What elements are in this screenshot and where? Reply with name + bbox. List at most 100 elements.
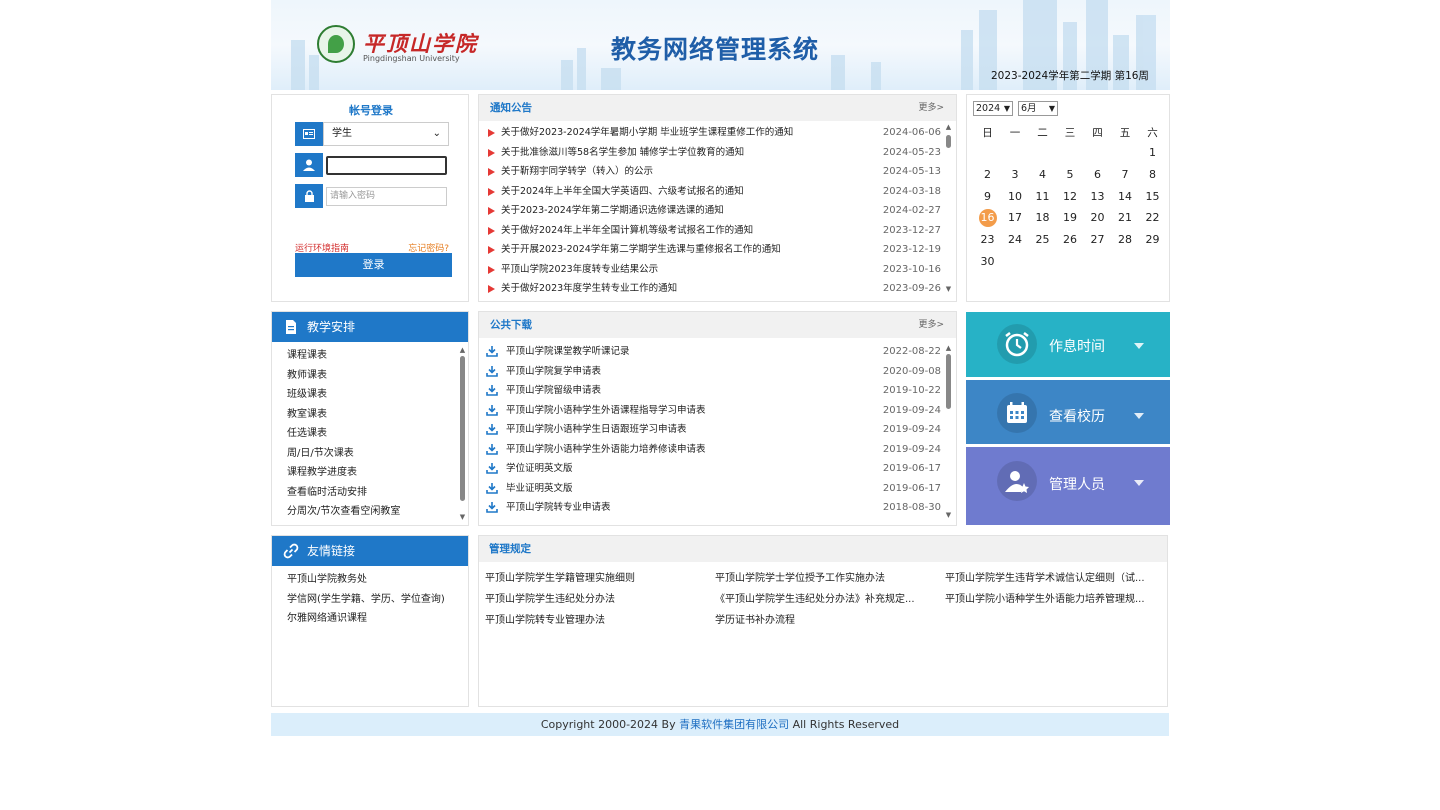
notice-item[interactable]: 关于做好2024年上半年全国计算机等级考试报名工作的通知 2023-12-27 [479, 221, 941, 241]
calendar-day[interactable]: 28 [1112, 231, 1139, 249]
calendar-day[interactable]: 13 [1084, 188, 1111, 206]
calendar-day[interactable]: 27 [1084, 231, 1111, 249]
calendar-day[interactable]: 2 [974, 166, 1001, 184]
calendar-day[interactable]: 30 [974, 253, 1001, 271]
rule-item[interactable]: 平顶山学院学生违背学术诚信认定细则（试... [945, 569, 1167, 589]
scroll-thumb[interactable] [946, 354, 951, 409]
notice-item-date: 2024-02-27 [882, 205, 941, 216]
notice-more-link[interactable]: 更多> [918, 95, 944, 121]
download-item[interactable]: 平顶山学院小语种学生日语跟班学习申请表 2019-09-24 [479, 420, 941, 440]
scroll-down-icon[interactable]: ▼ [945, 511, 952, 519]
menu-item[interactable]: 任选课表 [287, 424, 468, 444]
notice-item[interactable]: 关于2024年上半年全国大学英语四、六级考试报名的通知 2024-03-18 [479, 182, 941, 202]
download-item[interactable]: 平顶山学院复学申请表 2020-09-08 [479, 362, 941, 382]
notice-item[interactable]: 关于靳翔宇同学转学（转入）的公示 2024-05-13 [479, 162, 941, 182]
menu-item[interactable]: 查看临时活动安排 [287, 483, 468, 503]
rule-item[interactable]: 《平顶山学院学生违纪处分办法》补充规定... [715, 590, 937, 610]
calendar-day[interactable]: 16 [974, 209, 1001, 228]
link-item[interactable]: 学信网(学生学籍、学历、学位查询) [287, 590, 468, 610]
rule-item[interactable]: 平顶山学院转专业管理办法 [485, 611, 707, 631]
scroll-thumb[interactable] [946, 135, 951, 148]
username-input[interactable] [326, 156, 447, 175]
notice-scrollbar[interactable]: ▲ ▼ [945, 123, 952, 293]
calendar-day[interactable]: 15 [1139, 188, 1166, 206]
calendar-day[interactable]: 29 [1139, 231, 1166, 249]
calendar-day[interactable]: 19 [1057, 209, 1084, 227]
menu-item[interactable]: 周/日/节次课表 [287, 444, 468, 464]
menu-item[interactable]: 课程课表 [287, 346, 468, 366]
rule-item[interactable]: 平顶山学院学士学位授予工作实施办法 [715, 569, 937, 589]
calendar-day[interactable]: 11 [1029, 188, 1056, 206]
download-item-title: 平顶山学院小语种学生外语课程指导学习申请表 [506, 404, 706, 416]
calendar-day[interactable]: 18 [1029, 209, 1056, 227]
notice-item[interactable]: 平顶山学院2023年度转专业结果公示 2023-10-16 [479, 260, 941, 280]
calendar-day[interactable]: 9 [974, 188, 1001, 206]
scroll-down-icon[interactable]: ▼ [945, 285, 952, 293]
notice-item[interactable]: 关于2023-2024学年第二学期通识选修课选课的通知 2024-02-27 [479, 201, 941, 221]
calendar-day[interactable]: 21 [1112, 209, 1139, 227]
download-item[interactable]: 平顶山学院小语种学生外语能力培养修读申请表 2019-09-24 [479, 440, 941, 460]
download-item[interactable]: 平顶山学院小语种学生外语课程指导学习申请表 2019-09-24 [479, 401, 941, 421]
year-select[interactable]: 2024 ▼ [973, 101, 1013, 116]
calendar-day[interactable]: 8 [1139, 166, 1166, 184]
download-more-link[interactable]: 更多> [918, 312, 944, 338]
password-input[interactable]: 请输入密码 [326, 187, 447, 206]
calendar-day[interactable]: 10 [1002, 188, 1029, 206]
calendar-day[interactable]: 23 [974, 231, 1001, 249]
month-select[interactable]: 6月 ▼ [1018, 101, 1058, 116]
tile-schedule-time[interactable]: 作息时间 [966, 312, 1170, 377]
calendar-day[interactable]: 24 [1002, 231, 1029, 249]
notice-item-title: 关于2024年上半年全国大学英语四、六级考试报名的通知 [501, 185, 744, 197]
tile-school-calendar[interactable]: 查看校历 [966, 380, 1170, 444]
rule-item[interactable]: 平顶山学院学生学籍管理实施细则 [485, 569, 707, 589]
scroll-up-icon[interactable]: ▲ [945, 123, 952, 131]
teaching-scrollbar[interactable]: ▲ ▼ [459, 346, 466, 521]
notice-item-title: 关于开展2023-2024学年第二学期学生选课与重修报名工作的通知 [501, 244, 781, 255]
calendar-day[interactable]: 20 [1084, 209, 1111, 227]
calendar-day[interactable]: 22 [1139, 209, 1166, 227]
link-item[interactable]: 平顶山学院教务处 [287, 570, 468, 590]
footer-company-link[interactable]: 青果软件集团有限公司 [679, 718, 789, 731]
menu-item[interactable]: 班级课表 [287, 385, 468, 405]
calendar-day[interactable]: 3 [1002, 166, 1029, 184]
scroll-thumb[interactable] [460, 356, 465, 501]
link-item[interactable]: 尔雅网络通识课程 [287, 609, 468, 629]
calendar-day[interactable]: 12 [1057, 188, 1084, 206]
calendar-day[interactable]: 7 [1112, 166, 1139, 184]
tile-admin-staff[interactable]: 管理人员 [966, 447, 1170, 525]
rule-item[interactable]: 平顶山学院学生违纪处分办法 [485, 590, 707, 610]
calendar-day[interactable]: 5 [1057, 166, 1084, 184]
menu-item[interactable]: 课程教学进度表 [287, 463, 468, 483]
calendar-day[interactable]: 14 [1112, 188, 1139, 206]
download-item[interactable]: 学位证明英文版 2019-06-17 [479, 459, 941, 479]
month-value: 6月 [1021, 103, 1037, 114]
notice-item[interactable]: 关于做好2023-2024学年暑期小学期 毕业班学生课程重修工作的通知 2024-… [479, 123, 941, 143]
calendar-day[interactable]: 4 [1029, 166, 1056, 184]
scroll-down-icon[interactable]: ▼ [459, 513, 466, 521]
rule-item[interactable]: 平顶山学院小语种学生外语能力培养管理规... [945, 590, 1167, 610]
login-button[interactable]: 登录 [295, 253, 452, 277]
calendar-day[interactable]: 17 [1002, 209, 1029, 227]
menu-item[interactable]: 分周次/节次查看空闲教室 [287, 502, 468, 522]
calendar-day[interactable]: 26 [1057, 231, 1084, 249]
calendar-day[interactable]: 6 [1084, 166, 1111, 184]
notice-item[interactable]: 关于开展2023-2024学年第二学期学生选课与重修报名工作的通知 2023-12… [479, 240, 941, 260]
download-item[interactable]: 平顶山学院留级申请表 2019-10-22 [479, 381, 941, 401]
scroll-up-icon[interactable]: ▲ [945, 344, 952, 352]
role-select[interactable]: 学生 ⌄ [323, 122, 449, 146]
download-item[interactable]: 平顶山学院转专业申请表 2018-08-30 [479, 498, 941, 518]
notice-item[interactable]: 关于批准徐滋川等58名学生参加 辅修学士学位教育的通知 2024-05-23 [479, 143, 941, 163]
notice-item-title: 平顶山学院2023年度转专业结果公示 [501, 263, 659, 275]
calendar-day[interactable]: 25 [1029, 231, 1056, 249]
chevron-down-icon: ▼ [1003, 104, 1010, 113]
calendar-day[interactable]: 1 [1139, 144, 1166, 162]
download-item[interactable]: 毕业证明英文版 2019-06-17 [479, 479, 941, 499]
rule-item[interactable]: 学历证书补办流程 [715, 611, 937, 631]
notice-item[interactable]: 关于做好2023年度学生转专业工作的通知 2023-09-26 [479, 279, 941, 293]
scroll-up-icon[interactable]: ▲ [459, 346, 466, 354]
menu-item[interactable]: 教室课表 [287, 405, 468, 425]
download-item[interactable]: 平顶山学院课堂教学听课记录 2022-08-22 [479, 342, 941, 362]
download-scrollbar[interactable]: ▲ ▼ [945, 344, 952, 519]
login-title: 帐号登录 [349, 104, 393, 117]
menu-item[interactable]: 教师课表 [287, 366, 468, 386]
